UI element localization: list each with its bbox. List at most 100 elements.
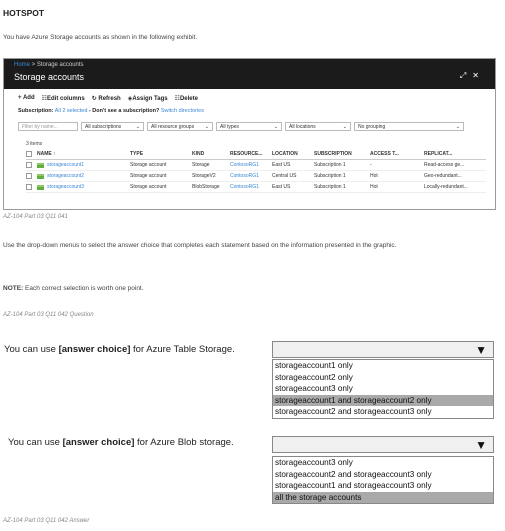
blade-title: Storage accounts (14, 72, 85, 82)
cell-kind: BlobStorage (192, 184, 220, 190)
refresh-button[interactable]: ↻ Refresh (92, 95, 121, 102)
dropdown-option-selected[interactable]: all the storage accounts (273, 491, 493, 503)
dropdown-option[interactable]: storageaccount1 only (273, 360, 493, 372)
types-value: All types (220, 124, 239, 130)
answer-choice-label: [answer choice] (62, 437, 135, 448)
intro-text: You have Azure Storage accounts as shown… (3, 34, 198, 41)
cell-subscription: Subscription 1 (314, 162, 346, 168)
grouping-dropdown[interactable]: No grouping ⌄ (354, 122, 464, 131)
storage-account-icon (37, 184, 44, 190)
cell-subscription: Subscription 1 (314, 173, 346, 179)
account-name-link[interactable]: storageaccount2 (47, 173, 84, 179)
resource-group-link[interactable]: ContosoRG1 (230, 173, 272, 179)
locations-dropdown[interactable]: All locations ⌄ (285, 122, 351, 131)
table-row[interactable]: storageaccount1 Storage account Storage … (26, 160, 486, 171)
cell-replication: Read-access ge... (424, 162, 465, 168)
resource-groups-dropdown[interactable]: All resource groups ⌄ (147, 122, 213, 131)
note-body: Each correct selection is worth one poin… (23, 285, 144, 292)
cell-kind: StorageV2 (192, 173, 216, 179)
dropdown-option[interactable]: storageaccount2 and storageaccount3 only (273, 406, 493, 418)
subscription-line: Subscription: All 2 selected - Don't see… (18, 108, 204, 114)
cell-subscription: Subscription 1 (314, 184, 346, 190)
dropdown-arrow-icon: ▼ (475, 438, 487, 452)
dropdown-option-selected[interactable]: storageaccount1 and storageaccount2 only (273, 394, 493, 406)
resource-group-link[interactable]: ContosoRG1 (230, 184, 272, 190)
add-button[interactable]: + Add (18, 95, 35, 102)
dropdown-arrow-icon: ▼ (475, 343, 487, 357)
select-all-checkbox[interactable] (26, 151, 32, 157)
cell-location: East US (272, 162, 291, 168)
exhibit-caption: AZ-104 Part 03 Q11 041 (3, 214, 68, 220)
dropdown-option[interactable]: storageaccount3 only (273, 383, 493, 395)
statement-suffix: for Azure Table Storage. (130, 344, 235, 355)
column-header-name[interactable]: NAME ↑ (37, 151, 56, 157)
statement-blob-storage: You can use [answer choice] for Azure Bl… (8, 437, 234, 448)
subscription-label: Subscription: (18, 108, 54, 114)
delete-button[interactable]: ☷Delete (175, 95, 198, 102)
dropdown-option[interactable]: storageaccount3 only (273, 457, 493, 469)
column-header-access-tier[interactable]: ACCESS T... (370, 151, 424, 157)
cell-access-tier: Hot (370, 184, 378, 190)
cell-replication: Geo-redundant... (424, 173, 462, 179)
edit-columns-button[interactable]: ☷Edit columns (42, 95, 85, 102)
close-icon[interactable]: ✕ (472, 71, 485, 80)
row-checkbox[interactable] (26, 184, 32, 190)
note-label: NOTE: (3, 285, 24, 292)
cell-access-tier: - (370, 162, 372, 168)
note-text: NOTE: Each correct selection is worth on… (3, 285, 144, 292)
column-header-replication[interactable]: REPLICAT... (424, 151, 486, 157)
row-checkbox[interactable] (26, 173, 32, 179)
account-name-link[interactable]: storageaccount1 (47, 162, 84, 168)
subscription-hint: - Don't see a subscription? (87, 108, 160, 114)
breadcrumb-current: > Storage accounts (30, 62, 84, 68)
column-header-kind[interactable]: KIND (192, 151, 230, 157)
chevron-down-icon: ⌄ (455, 124, 460, 130)
instruction-text: Use the drop-down menus to select the an… (3, 242, 397, 249)
account-name-link[interactable]: storageaccount3 (47, 184, 84, 190)
statement-prefix: You can use (8, 437, 63, 448)
answer-choice-label: [answer choice] (58, 344, 131, 355)
blob-storage-options: storageaccount3 only storageaccount2 and… (272, 456, 494, 504)
row-checkbox[interactable] (26, 162, 32, 168)
switch-directories-link[interactable]: Switch directories (161, 108, 204, 114)
filter-by-name-input[interactable]: Filter by name... (18, 122, 78, 131)
toolbar: + Add ☷Edit columns ↻ Refresh ◈Assign Ta… (18, 95, 198, 102)
dropdown-option[interactable]: storageaccount2 and storageaccount3 only (273, 469, 493, 481)
assign-tags-button[interactable]: ◈Assign Tags (128, 95, 168, 102)
statement-prefix: You can use (4, 344, 59, 355)
column-header-subscription[interactable]: SUBSCRIPTION (314, 151, 370, 157)
cell-location: East US (272, 184, 291, 190)
subscriptions-value: All subscriptions (85, 124, 122, 130)
heading: HOTSPOT (3, 8, 45, 18)
locations-value: All locations (289, 124, 316, 130)
breadcrumb-home[interactable]: Home (14, 62, 30, 68)
pin-icon[interactable]: ⤢ (460, 71, 472, 80)
column-header-location[interactable]: LOCATION (272, 151, 314, 157)
column-header-resource-group[interactable]: RESOURCE... (230, 151, 272, 157)
question-caption: AZ-104 Part 03 Q11 042 Question (3, 312, 94, 318)
blob-storage-dropdown[interactable]: ▼ (272, 436, 494, 453)
chevron-down-icon: ⌄ (135, 124, 140, 130)
chevron-down-icon: ⌄ (342, 124, 347, 130)
resource-group-link[interactable]: ContosoRG1 (230, 162, 272, 168)
answer-caption: AZ-104 Part 03 Q11 042 Answer (3, 518, 90, 524)
cell-type: Storage account (130, 184, 167, 190)
cell-replication: Locally-redundant... (424, 184, 468, 190)
types-dropdown[interactable]: All types ⌄ (216, 122, 282, 131)
column-header-type[interactable]: TYPE (130, 151, 192, 157)
table-header: NAME ↑ TYPE KIND RESOURCE... LOCATION SU… (26, 149, 486, 160)
breadcrumb: Home > Storage accounts (14, 62, 84, 68)
statement-table-storage: You can use [answer choice] for Azure Ta… (4, 344, 235, 355)
azure-exhibit: Home > Storage accounts Storage accounts… (3, 58, 496, 210)
subscription-selected-link[interactable]: All 2 selected (55, 108, 88, 114)
blade-header: Home > Storage accounts Storage accounts… (4, 59, 495, 89)
table-storage-options: storageaccount1 only storageaccount2 onl… (272, 359, 494, 419)
subscriptions-dropdown[interactable]: All subscriptions ⌄ (81, 122, 144, 131)
items-count: 3 items (26, 141, 43, 147)
table-storage-dropdown[interactable]: ▼ (272, 341, 494, 358)
table-row[interactable]: storageaccount2 Storage account StorageV… (26, 171, 486, 182)
dropdown-option[interactable]: storageaccount2 only (273, 372, 493, 384)
cell-access-tier: Hot (370, 173, 378, 179)
table-row[interactable]: storageaccount3 Storage account BlobStor… (26, 182, 486, 193)
dropdown-option[interactable]: storageaccount1 and storageaccount3 only (273, 480, 493, 492)
